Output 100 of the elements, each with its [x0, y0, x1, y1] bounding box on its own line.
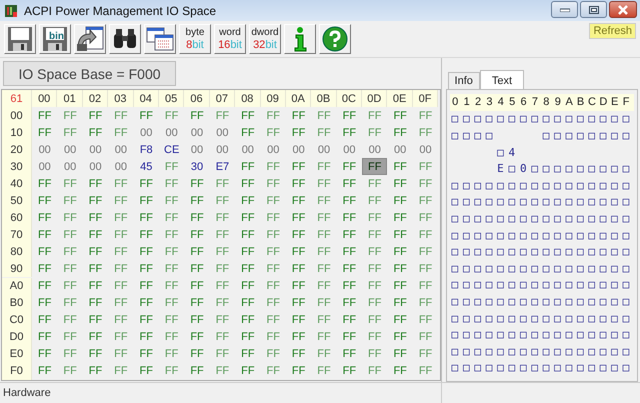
hex-cell[interactable]: FF	[184, 346, 210, 363]
windows-icon[interactable]	[144, 24, 176, 54]
hex-cell[interactable]: FF	[387, 260, 413, 278]
hex-cell[interactable]: FF	[412, 328, 438, 346]
hex-cell[interactable]: FF	[134, 209, 159, 226]
panel-tab[interactable]: Text	[480, 70, 524, 89]
hex-cell[interactable]: FF	[311, 260, 337, 278]
hex-cell[interactable]: FF	[158, 312, 184, 329]
hex-cell[interactable]: FF	[184, 226, 210, 244]
hex-cell[interactable]: FF	[108, 107, 134, 124]
minimize-button[interactable]	[551, 1, 578, 18]
hex-cell[interactable]: FF	[286, 175, 312, 192]
hex-cell[interactable]: FF	[412, 175, 438, 192]
hex-cell[interactable]: FF	[158, 107, 184, 124]
hex-cell[interactable]: FF	[336, 278, 362, 295]
hex-cell[interactable]: FF	[82, 346, 108, 363]
hex-cell[interactable]: FF	[184, 175, 210, 192]
hex-cell[interactable]: 00	[362, 141, 388, 158]
hex-cell[interactable]: FF	[108, 294, 134, 312]
hex-cell[interactable]: FF	[387, 175, 413, 192]
hex-cell[interactable]: FF	[134, 192, 159, 210]
hex-cell[interactable]: FF	[311, 362, 337, 380]
hex-cell[interactable]: FF	[82, 312, 108, 329]
hex-cell[interactable]: FF	[184, 243, 210, 260]
hex-cell[interactable]: FF	[158, 243, 184, 260]
hex-cell[interactable]: FF	[210, 226, 236, 244]
hex-cell[interactable]: FF	[235, 107, 261, 124]
hex-cell[interactable]: FF	[412, 362, 438, 380]
hex-cell[interactable]: FF	[184, 209, 210, 226]
hex-cell[interactable]: FF	[57, 209, 83, 226]
hex-cell[interactable]: FF	[260, 294, 286, 312]
hex-cell[interactable]: 00	[311, 141, 337, 158]
hex-cell[interactable]: FF	[336, 192, 362, 210]
hex-cell[interactable]: FF	[82, 226, 108, 244]
hex-cell[interactable]: FF	[260, 124, 286, 142]
hex-cell[interactable]: FF	[158, 260, 184, 278]
hex-cell[interactable]: FF	[108, 209, 134, 226]
help-icon[interactable]	[319, 24, 351, 54]
hex-cell[interactable]: FF	[210, 312, 236, 329]
hex-cell[interactable]: FF	[57, 226, 83, 244]
hex-cell[interactable]: FF	[311, 226, 337, 244]
hex-cell[interactable]: FF	[362, 124, 388, 142]
hex-cell[interactable]: 00	[158, 124, 184, 142]
hex-cell[interactable]: FF	[108, 278, 134, 295]
hex-cell[interactable]: FF	[387, 243, 413, 260]
hex-cell[interactable]: FF	[82, 209, 108, 226]
hex-cell[interactable]: FF	[210, 192, 236, 210]
hex-cell[interactable]: FF	[260, 312, 286, 329]
hex-cell[interactable]: FF	[184, 192, 210, 210]
hex-cell[interactable]: FF	[412, 209, 438, 226]
hex-cell[interactable]: FF	[362, 346, 388, 363]
hex-cell[interactable]: FF	[82, 362, 108, 380]
hex-cell[interactable]: FF	[362, 278, 388, 295]
hex-cell[interactable]: FF	[260, 226, 286, 244]
hex-cell[interactable]: FF	[32, 124, 58, 142]
hex-cell[interactable]: FF	[235, 278, 261, 295]
hex-cell[interactable]: FF	[57, 346, 83, 363]
hex-cell[interactable]: 45	[134, 158, 159, 176]
hex-cell[interactable]: FF	[210, 243, 236, 260]
save-icon[interactable]	[4, 24, 36, 54]
hex-cell[interactable]: FF	[210, 278, 236, 295]
hex-cell[interactable]: FF	[210, 260, 236, 278]
hex-cell[interactable]: FF	[362, 158, 388, 176]
hex-cell[interactable]: FF	[134, 328, 159, 346]
hex-cell[interactable]: FF	[412, 294, 438, 312]
hex-cell[interactable]: FF	[336, 107, 362, 124]
hex-cell[interactable]: FF	[184, 278, 210, 295]
hex-cell[interactable]: FF	[286, 243, 312, 260]
hex-cell[interactable]: FF	[134, 294, 159, 312]
hex-cell[interactable]: FF	[362, 260, 388, 278]
hex-cell[interactable]: FF	[362, 294, 388, 312]
hex-cell[interactable]: FF	[184, 107, 210, 124]
hex-cell[interactable]: FF	[412, 107, 438, 124]
hex-cell[interactable]: FF	[235, 294, 261, 312]
hex-cell[interactable]: FF	[235, 260, 261, 278]
hex-cell[interactable]: FF	[32, 294, 58, 312]
hex-cell[interactable]: FF	[311, 192, 337, 210]
hex-cell[interactable]: FF	[235, 328, 261, 346]
data-width-button[interactable]: dword 32bit	[249, 24, 281, 54]
data-width-button[interactable]: byte 8bit	[179, 24, 211, 54]
hex-cell[interactable]: FF	[57, 328, 83, 346]
hex-cell[interactable]: FF	[336, 158, 362, 176]
hex-cell[interactable]: FF	[134, 107, 159, 124]
hex-cell[interactable]: FF	[32, 278, 58, 295]
hex-cell[interactable]: FF	[387, 124, 413, 142]
hex-cell[interactable]: FF	[158, 226, 184, 244]
hex-cell[interactable]: 00	[412, 141, 438, 158]
hex-cell[interactable]: FF	[235, 362, 261, 380]
hex-cell[interactable]: FF	[57, 278, 83, 295]
hex-cell[interactable]: FF	[387, 158, 413, 176]
info-icon[interactable]	[284, 24, 316, 54]
hex-cell[interactable]: FF	[32, 192, 58, 210]
hex-cell[interactable]: FF	[108, 226, 134, 244]
hex-cell[interactable]: FF	[412, 124, 438, 142]
hex-cell[interactable]: FF	[311, 243, 337, 260]
hex-cell[interactable]: FF	[336, 124, 362, 142]
hex-cell[interactable]: FF	[336, 328, 362, 346]
hex-cell[interactable]: FF	[286, 260, 312, 278]
hex-cell[interactable]: 00	[134, 124, 159, 142]
hex-cell[interactable]: FF	[108, 124, 134, 142]
